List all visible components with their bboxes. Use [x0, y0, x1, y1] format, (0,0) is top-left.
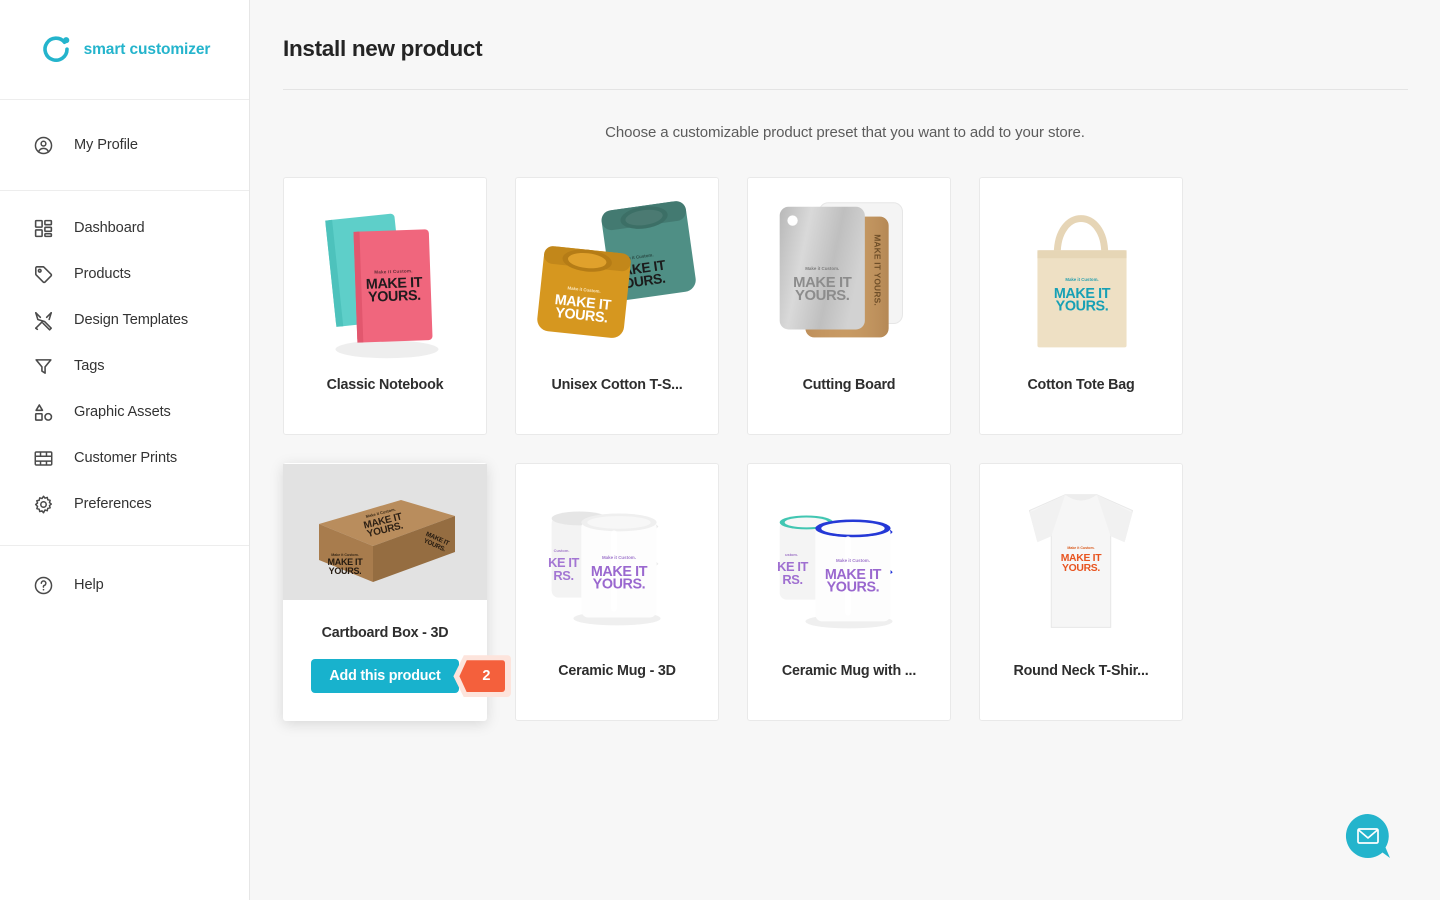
- svg-text:YOURS.: YOURS.: [1062, 563, 1100, 574]
- page-subtitle: Choose a customizable product preset tha…: [605, 124, 1085, 141]
- product-card-ceramic-mug-3d[interactable]: Custom. KE IT RS. Make it Custom. MAKE I…: [515, 463, 719, 721]
- product-card-label: Unisex Cotton T-S...: [551, 378, 683, 393]
- sidebar-item-preferences[interactable]: Preferences: [0, 481, 249, 527]
- product-card-cutting-board[interactable]: MAKE IT YOURS. Make it Custom. MAKE IT Y…: [747, 177, 951, 435]
- svg-text:YOURS.: YOURS.: [368, 288, 421, 306]
- product-card-label: Cartboard Box - 3D: [321, 626, 449, 641]
- svg-text:MAKE IT YOURS.: MAKE IT YOURS.: [873, 234, 883, 306]
- svg-text:Make it Custom.: Make it Custom.: [1065, 277, 1098, 282]
- funnel-icon: [33, 356, 54, 377]
- header-divider: [283, 89, 1408, 90]
- mugscolor-art: ustom. KE IT RS. Make it Custom. MAKE IT…: [748, 464, 950, 664]
- box-art: Make it Custom. MAKE IT YOURS. Make it C…: [283, 464, 487, 600]
- sidebar-item-graphic-assets[interactable]: Graphic Assets: [0, 389, 249, 435]
- circle-dot-logo-icon: [39, 33, 73, 67]
- product-thumbnail: Make it Custom. MAKE IT YOURS.: [284, 178, 486, 378]
- product-card-label: Cutting Board: [802, 378, 896, 393]
- step-badge-number: 2: [482, 668, 491, 685]
- product-thumbnail: Make it Custom. MAKE IT YOURS.: [980, 178, 1182, 378]
- page-title: Install new product: [283, 36, 483, 61]
- product-card-label: Round Neck T-Shir...: [1013, 664, 1149, 679]
- layout-grid-icon: [33, 448, 54, 469]
- main-content: Install new product Choose a customizabl…: [250, 0, 1440, 900]
- product-thumbnail: Make it Custom. MAKE IT YOURS.: [980, 464, 1182, 664]
- product-card-label: Cotton Tote Bag: [1027, 378, 1135, 393]
- user-circle-icon: [33, 135, 54, 156]
- product-thumbnail: Make it Custom. MAKE IT YOURS. Make it C…: [283, 464, 487, 600]
- step-badge: 2: [453, 655, 512, 698]
- product-card-label: Ceramic Mug with ...: [781, 664, 917, 679]
- product-card-classic-notebook[interactable]: Make it Custom. MAKE IT YOURS. Classic N…: [283, 177, 487, 435]
- product-card-label: Ceramic Mug - 3D: [558, 664, 676, 679]
- sidebar-group-profile: My Profile: [0, 100, 249, 191]
- svg-text:YOURS.: YOURS.: [827, 580, 880, 596]
- sidebar-item-label: Graphic Assets: [74, 404, 171, 420]
- whitetee-art: Make it Custom. MAKE IT YOURS.: [980, 464, 1182, 664]
- sidebar-item-my-profile[interactable]: My Profile: [0, 122, 249, 168]
- svg-text:YOURS.: YOURS.: [795, 288, 850, 304]
- svg-text:Make it Custom.: Make it Custom.: [836, 558, 870, 563]
- active-card-body: Cartboard Box - 3D Add this product 2: [284, 600, 512, 720]
- sidebar-item-label: Dashboard: [74, 220, 145, 236]
- gear-icon: [33, 494, 54, 515]
- sidebar-item-help[interactable]: Help: [0, 562, 249, 608]
- sidebar-group-main: Dashboard Products Design Templates Tags…: [0, 191, 249, 546]
- sidebar: smart customizer My Profile Dashboard Pr…: [0, 0, 250, 900]
- product-thumbnail: Make it Custom. MAKE IT YOURS. Make it C…: [516, 178, 718, 378]
- sidebar-item-label: Tags: [74, 358, 105, 374]
- product-card-cotton-tote-bag[interactable]: Make it Custom. MAKE IT YOURS. Cotton To…: [979, 177, 1183, 435]
- chat-support-button[interactable]: [1344, 812, 1392, 860]
- product-thumbnail: Custom. KE IT RS. Make it Custom. MAKE I…: [516, 464, 718, 664]
- dashboard-grid-icon: [33, 218, 54, 239]
- product-thumbnail: ustom. KE IT RS. Make it Custom. MAKE IT…: [748, 464, 950, 664]
- sidebar-item-dashboard[interactable]: Dashboard: [0, 205, 249, 251]
- notebook-art: Make it Custom. MAKE IT YOURS.: [284, 178, 486, 378]
- svg-text:Make it Custom.: Make it Custom.: [805, 266, 839, 271]
- add-product-row: Add this product 2: [311, 655, 512, 698]
- sidebar-item-tags[interactable]: Tags: [0, 343, 249, 389]
- sidebar-item-products[interactable]: Products: [0, 251, 249, 297]
- product-card-ceramic-mug-with-color[interactable]: ustom. KE IT RS. Make it Custom. MAKE IT…: [747, 463, 951, 721]
- sidebar-item-design-templates[interactable]: Design Templates: [0, 297, 249, 343]
- shapes-icon: [33, 402, 54, 423]
- sidebar-item-customer-prints[interactable]: Customer Prints: [0, 435, 249, 481]
- add-this-product-button[interactable]: Add this product: [311, 659, 459, 694]
- cuttingboard-art: MAKE IT YOURS. Make it Custom. MAKE IT Y…: [748, 178, 950, 378]
- svg-text:Custom.: Custom.: [554, 548, 570, 553]
- question-circle-icon: [33, 575, 54, 596]
- envelope-chat-icon: [1345, 813, 1390, 858]
- product-thumbnail: MAKE IT YOURS. Make it Custom. MAKE IT Y…: [748, 178, 950, 378]
- svg-text:YOURS.: YOURS.: [593, 577, 646, 593]
- svg-text:YOURS.: YOURS.: [329, 566, 362, 576]
- tag-icon: [33, 264, 54, 285]
- sidebar-item-label: Preferences: [74, 496, 152, 512]
- sidebar-item-label: Products: [74, 266, 131, 282]
- product-card-cartboard-box-3d[interactable]: Make it Custom. MAKE IT YOURS. Make it C…: [283, 463, 512, 721]
- sidebar-item-label: Design Templates: [74, 312, 189, 328]
- sidebar-item-label: Customer Prints: [74, 450, 178, 466]
- brand-name: smart customizer: [83, 40, 211, 58]
- svg-text:Make it Custom.: Make it Custom.: [602, 555, 636, 560]
- svg-text:YOURS.: YOURS.: [1056, 299, 1109, 315]
- tote-art: Make it Custom. MAKE IT YOURS.: [980, 178, 1182, 378]
- svg-text:Make it Custom.: Make it Custom.: [1067, 546, 1094, 550]
- mugs-art: Custom. KE IT RS. Make it Custom. MAKE I…: [516, 464, 718, 664]
- svg-text:RS.: RS.: [553, 568, 573, 583]
- sidebar-group-help: Help: [0, 546, 249, 608]
- svg-text:ustom.: ustom.: [785, 552, 798, 557]
- svg-text:RS.: RS.: [782, 572, 802, 587]
- app-root: smart customizer My Profile Dashboard Pr…: [0, 0, 1440, 900]
- brand-header[interactable]: smart customizer: [0, 0, 249, 100]
- page-header: Install new product: [250, 0, 1440, 90]
- tshirts-art: Make it Custom. MAKE IT YOURS. Make it C…: [516, 178, 718, 378]
- sidebar-item-label: Help: [74, 577, 104, 593]
- product-grid: Make it Custom. MAKE IT YOURS. Classic N…: [283, 177, 1415, 721]
- pencil-ruler-icon: [33, 310, 54, 331]
- product-card-label: Classic Notebook: [326, 378, 444, 393]
- product-card-round-neck-tshirt[interactable]: Make it Custom. MAKE IT YOURS. Round Nec…: [979, 463, 1183, 721]
- sidebar-item-label: My Profile: [74, 137, 138, 153]
- product-card-unisex-cotton-tshirt[interactable]: Make it Custom. MAKE IT YOURS. Make it C…: [515, 177, 719, 435]
